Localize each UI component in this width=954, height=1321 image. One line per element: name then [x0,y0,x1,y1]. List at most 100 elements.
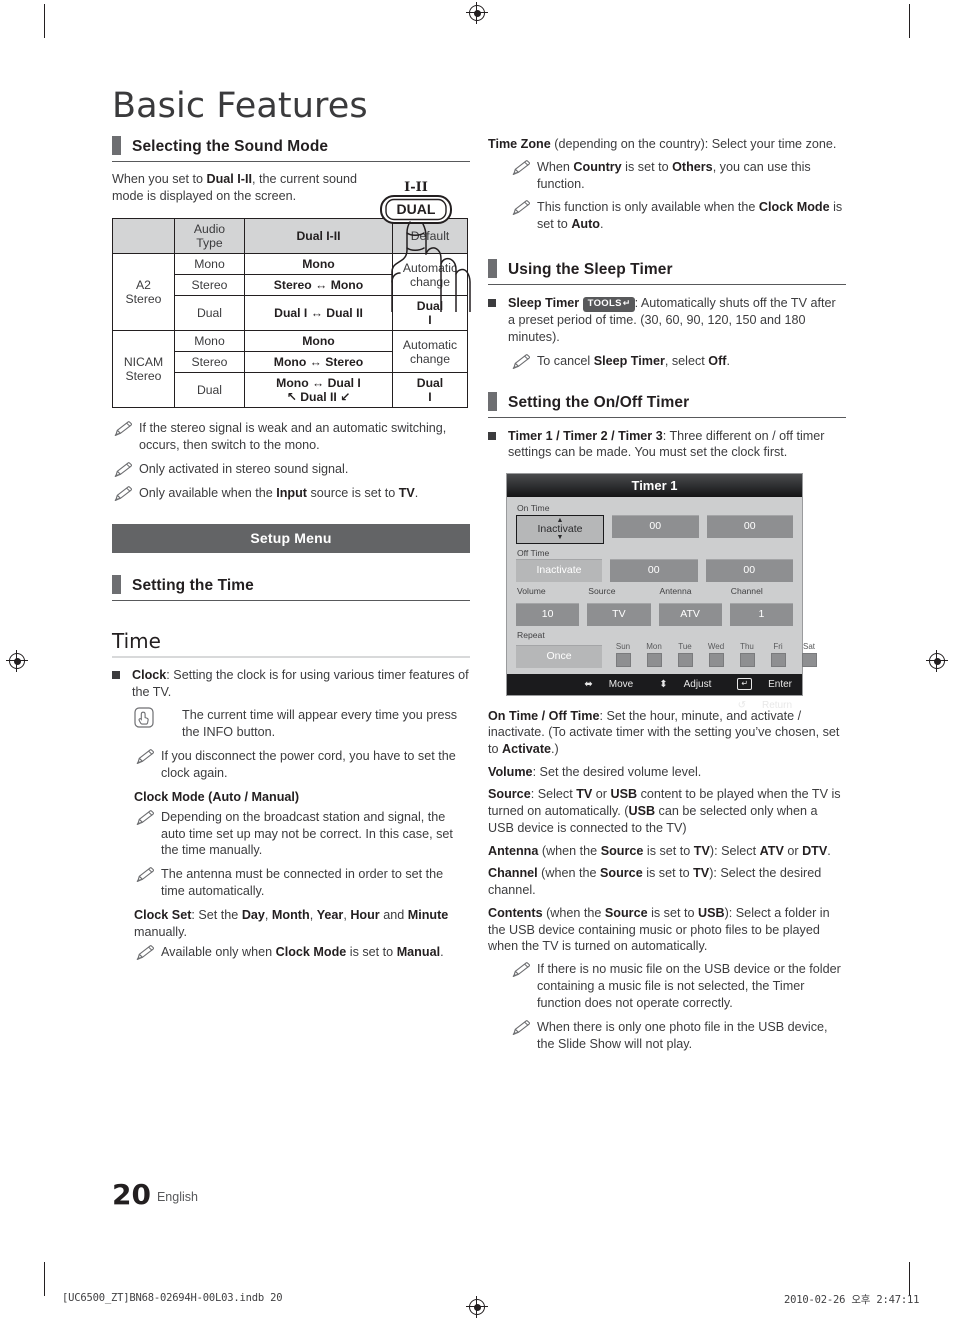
repeat-day-checkbox[interactable] [677,652,693,667]
channel-label: Channel [730,586,763,597]
repeat-field[interactable]: Once [516,644,602,668]
off-time-label: Off Time [517,547,550,558]
manual-page: Basic Features Selecting the Sound Mode … [0,0,954,1321]
heading-bar-icon [112,574,121,594]
note-text: If the stereo signal is weak and an auto… [139,421,447,453]
off-time-row: Inactivate 00 00 [516,559,793,583]
osd-hint-label: Adjust [683,678,712,690]
clock-set-text: Clock Set: Set the Day, Month, Year, Hou… [134,908,449,939]
pencil-icon [512,159,531,175]
pencil-icon [136,867,155,883]
note-item: This function is only available when the… [510,199,846,233]
repeat-day-checkbox[interactable] [615,652,631,667]
volume-label: Volume [517,586,546,597]
square-bullet-icon [112,670,120,679]
repeat-day-checkbox[interactable] [801,652,817,667]
repeat-day-tue[interactable]: Tue [674,642,696,667]
off-time-mode-field[interactable]: Inactivate [516,559,602,583]
desc-on-off-time: On Time / Off Time: Set the hour, minute… [488,708,840,757]
note-text: Only activated in stereo sound signal. [139,462,349,477]
timer-osd-panel: Timer 1 On Time ▲ Inactivate ▼ 00 00 Off… [506,473,817,711]
pencil-icon [114,486,133,502]
osd-footer-hints: ⬌ Move ⬍ Adjust ↵ Enter↺ Return [507,673,802,711]
desc-volume: Volume: Set the desired volume level. [488,764,702,779]
on-time-label: On Time [517,503,550,514]
table-cell-type: Stereo [174,274,245,297]
table-header-blank [112,218,175,255]
timer-bullet-text: Timer 1 / Timer 2 / Timer 3: Three diffe… [508,428,825,460]
table-row: NICAM Stereo Mono Mono Automatic change [112,330,468,409]
channel-field[interactable]: 1 [729,602,793,626]
sleep-timer-label: Sleep Timer [508,296,580,311]
note-item: When Country is set to Others, you can u… [510,159,846,193]
on-time-minute-field[interactable]: 00 [706,514,793,538]
note-text: To cancel Sleep Timer, select Off. [537,353,730,368]
repeat-day-checkbox[interactable] [770,652,786,667]
info-note-text: The current time will appear every time … [182,708,458,740]
repeat-day-thu[interactable]: Thu [736,642,758,667]
desc-channel: Channel (when the Source is set to TV): … [488,866,822,898]
note-item: Depending on the broadcast station and s… [134,809,470,860]
note-item: To cancel Sleep Timer, select Off. [510,353,846,370]
volume-field[interactable]: 10 [516,602,580,626]
antenna-field[interactable]: ATV [658,602,722,626]
footer-timestamp: 2010-02-26 오후 2:47:11 [784,1294,920,1306]
info-button-note: The current time will appear every time … [134,707,470,741]
table-cell-type: Mono [174,253,245,276]
repeat-day-mon[interactable]: Mon [643,642,665,667]
clock-mode-heading: Clock Mode (Auto / Manual) [134,789,300,804]
repeat-day-checkbox[interactable] [646,652,662,667]
on-time-row: ▲ Inactivate ▼ 00 00 [516,514,793,544]
off-time-minute-field[interactable]: 00 [705,559,793,583]
caret-up-icon: ▲ [556,516,564,524]
on-time-mode-value: Inactivate [537,522,583,535]
repeat-day-checkbox[interactable] [708,652,724,667]
repeat-day-fri[interactable]: Fri [767,642,789,667]
time-zone-text: Time Zone (depending on the country): Se… [488,137,837,151]
osd-hint-adjust: ⬍ Adjust [646,679,711,690]
osd-hint-label: Move [608,678,634,690]
repeat-field-wrap: Once [516,644,602,668]
page-language: English [156,1190,198,1204]
repeat-day-wed[interactable]: Wed [705,642,727,667]
footer-file-info: [UC6500_ZT]BN68-02694H-00L03.indb 20 [62,1292,283,1304]
enter-key-icon: ↵ [737,677,753,690]
repeat-day-sat[interactable]: Sat [798,642,820,667]
pencil-icon [136,749,155,765]
sound-notes-list: If the stereo signal is weak and an auto… [112,420,470,502]
press-button-icon [134,707,154,729]
table-cell-type: Mono [174,330,245,353]
note-item: When there is only one photo file in the… [510,1019,846,1053]
osd-quad-fields: 10 TV ATV 1 [516,602,793,626]
off-time-hour-field[interactable]: 00 [610,559,698,583]
pencil-icon [114,462,133,478]
square-bullet-icon [488,299,496,308]
repeat-day-sun[interactable]: Sun [612,642,634,667]
osd-title: Timer 1 [507,474,802,498]
note-text: If you disconnect the power cord, you ha… [161,749,456,781]
on-time-mode-field[interactable]: ▲ Inactivate ▼ [516,514,604,544]
repeat-day-checkbox[interactable] [739,652,755,667]
note-text: When there is only one photo file in the… [537,1019,828,1051]
table-cell-type: Dual [174,295,245,332]
on-time-hour-field[interactable]: 00 [612,514,699,538]
table-header-audio-type: Audio Type [174,218,245,255]
page-title: Basic Features [112,86,368,126]
note-text: If there is no music file on the USB dev… [537,962,841,1010]
table-cell-type: Dual [174,372,245,409]
page-number-block: 20 English [112,1178,198,1211]
timer-bullet: Timer 1 / Timer 2 / Timer 3: Three diffe… [488,428,846,461]
repeat-row: Once Sun Mon Tue Wed Thu Fri Sat [516,642,817,668]
pencil-icon [512,962,531,978]
pencil-icon [136,944,155,960]
table-cell-default: Automatic change [392,330,468,374]
source-field[interactable]: TV [587,602,651,626]
page-number: 20 [112,1178,151,1211]
note-item: If the stereo signal is weak and an auto… [112,420,470,454]
pencil-icon [114,421,133,437]
sound-mode-intro: When you set to Dual I-II, the current s… [112,172,358,203]
table-cell-group: NICAM Stereo [112,330,175,409]
dual-button-label: DUAL [397,201,436,217]
repeat-day-label: Sat [802,641,815,651]
repeat-day-label: Thu [740,641,754,651]
